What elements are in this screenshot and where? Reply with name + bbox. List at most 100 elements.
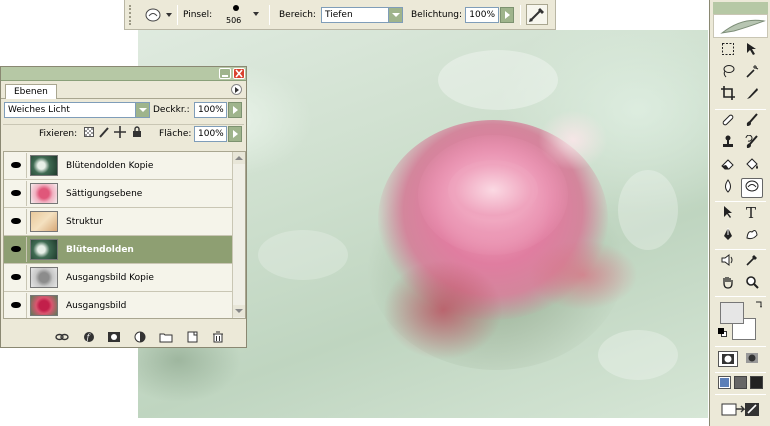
screen-mode-full-icon[interactable] — [750, 376, 763, 389]
jump-to-imageready-button[interactable] — [718, 399, 764, 419]
toolbox-titlebar[interactable] — [713, 2, 768, 14]
pen-tool-icon[interactable] — [717, 227, 739, 247]
hand-tool-icon[interactable] — [717, 275, 739, 295]
magic-wand-tool-icon[interactable] — [741, 64, 763, 84]
layer-row[interactable]: Ausgangsbild — [4, 292, 232, 318]
paint-bucket-tool-icon[interactable] — [741, 157, 763, 177]
mask-icon[interactable] — [107, 331, 121, 343]
link-icon[interactable] — [55, 331, 69, 343]
jump-to-imageready-icon — [721, 403, 759, 416]
range-label: Bereich: — [279, 10, 316, 20]
brush-picker[interactable]: 506 — [219, 2, 261, 28]
airbrush-toggle[interactable] — [526, 4, 548, 25]
lasso-tool-icon[interactable] — [717, 64, 739, 84]
panel-tab-row: Ebenen — [1, 81, 246, 99]
blend-mode-value: Weiches Licht — [8, 105, 70, 115]
scroll-up-icon[interactable] — [233, 152, 245, 164]
close-icon — [235, 69, 243, 78]
range-select[interactable]: Tiefen — [321, 7, 403, 23]
lock-image-icon[interactable] — [98, 126, 110, 138]
tool-preset-picker[interactable] — [139, 5, 173, 25]
screen-mode-standard-icon[interactable] — [718, 376, 731, 389]
zoom-tool-icon[interactable] — [741, 275, 763, 295]
opacity-input[interactable]: 100% — [194, 102, 227, 118]
brush-tool-icon[interactable] — [741, 113, 763, 133]
layer-row[interactable]: Sättigungsebene — [4, 180, 232, 208]
clone-stamp-tool-icon[interactable] — [717, 135, 739, 155]
lock-label: Fixieren: — [39, 129, 78, 139]
history-brush-tool-icon[interactable] — [741, 134, 763, 155]
eyedropper-tool-icon[interactable] — [741, 253, 763, 273]
close-button[interactable] — [233, 68, 245, 79]
custom-shape-tool-icon[interactable] — [741, 227, 763, 247]
toolbox: T — [709, 0, 770, 426]
fill-value: 100% — [198, 129, 224, 139]
slice-tool-icon[interactable] — [741, 86, 763, 106]
layer-row[interactable]: Ausgangsbild Kopie — [4, 264, 232, 292]
marquee-tool-icon[interactable] — [717, 42, 739, 62]
layer-name: Ausgangsbild Kopie — [66, 273, 154, 283]
quick-mask-icon — [746, 353, 758, 363]
layer-list-scrollbar[interactable] — [232, 152, 245, 318]
notes-tool-icon[interactable] — [717, 253, 739, 273]
move-tool-icon[interactable] — [741, 42, 763, 62]
photoshop-workspace: Pinsel: 506 Bereich: Tiefen Belichtung: … — [0, 0, 770, 426]
toolbox-divider — [715, 296, 766, 297]
visibility-eye-icon[interactable] — [5, 153, 27, 178]
exposure-value: 100% — [469, 10, 495, 20]
panel-menu-button[interactable] — [231, 84, 242, 95]
default-colors-icon[interactable] — [718, 328, 727, 337]
eraser-tool-icon[interactable] — [717, 157, 739, 177]
visibility-eye-icon[interactable] — [5, 293, 27, 318]
adjustment-layer-icon[interactable] — [133, 331, 147, 343]
swap-colors-icon[interactable] — [754, 300, 764, 310]
screen-mode-menubar-icon[interactable] — [734, 376, 747, 389]
layer-row[interactable]: Blütendolden Kopie — [4, 152, 232, 180]
minimize-button[interactable] — [219, 68, 231, 79]
fill-label: Fläche: — [159, 129, 192, 139]
tab-layers[interactable]: Ebenen — [5, 84, 57, 99]
layer-row[interactable]: Struktur — [4, 208, 232, 236]
quick-mask-mode-button[interactable] — [743, 351, 763, 367]
path-selection-tool-icon[interactable] — [717, 205, 739, 225]
blend-mode-select[interactable]: Weiches Licht — [4, 102, 150, 118]
visibility-eye-icon[interactable] — [5, 181, 27, 206]
visibility-eye-icon[interactable] — [5, 237, 27, 262]
chevron-down-icon — [253, 12, 259, 16]
grip-handle[interactable] — [129, 5, 133, 25]
lock-all-icon[interactable] — [131, 126, 143, 138]
blur-tool-icon[interactable] — [717, 179, 739, 199]
airbrush-icon — [529, 8, 544, 22]
visibility-eye-icon[interactable] — [5, 265, 27, 290]
svg-text:T: T — [746, 205, 756, 219]
adobe-feather-logo[interactable] — [713, 14, 768, 38]
crop-tool-icon[interactable] — [717, 86, 739, 106]
foreground-color-swatch[interactable] — [720, 302, 744, 324]
rose-red-icon — [30, 295, 58, 316]
scroll-down-icon[interactable] — [233, 305, 245, 317]
layer-row-selected[interactable]: Blütendolden — [4, 236, 232, 264]
opacity-slider-button[interactable] — [228, 102, 242, 118]
trash-icon[interactable] — [211, 331, 225, 343]
fill-slider-button[interactable] — [228, 126, 242, 142]
layers-panel: Ebenen Weiches Licht Deckkr.: 100% Fixie… — [0, 66, 247, 348]
panel-titlebar[interactable] — [1, 67, 246, 81]
healing-brush-tool-icon[interactable] — [717, 113, 739, 133]
exposure-label: Belichtung: — [411, 10, 463, 20]
lock-transparency-icon[interactable] — [84, 127, 94, 137]
standard-mode-button[interactable] — [718, 351, 738, 367]
burn-tool-icon[interactable] — [741, 178, 763, 198]
exposure-input[interactable]: 100% — [465, 7, 499, 23]
type-tool-icon[interactable]: T — [741, 204, 763, 225]
toolbox-divider — [715, 372, 766, 373]
fill-input[interactable]: 100% — [194, 126, 227, 142]
exposure-slider-button[interactable] — [500, 7, 514, 23]
flowers-dark-icon — [30, 239, 58, 260]
visibility-eye-icon[interactable] — [5, 209, 27, 234]
burn-tool-icon — [145, 8, 172, 22]
lock-position-icon[interactable] — [114, 126, 126, 138]
layer-style-icon[interactable]: f — [83, 331, 97, 343]
new-group-icon[interactable] — [159, 331, 173, 343]
range-value: Tiefen — [325, 10, 353, 20]
new-layer-icon[interactable] — [185, 331, 199, 343]
